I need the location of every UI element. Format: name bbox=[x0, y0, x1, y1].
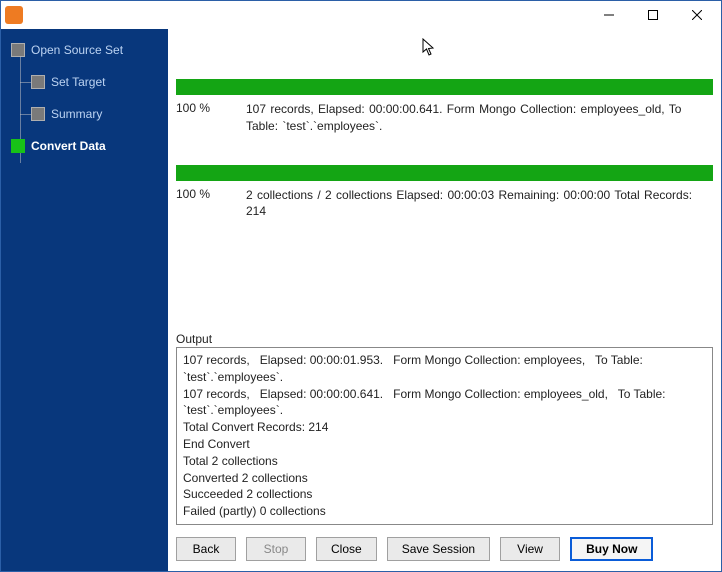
output-line: Failed (partly) 0 collections bbox=[183, 503, 706, 520]
progress-text: 107 records, Elapsed: 00:00:00.641. Form… bbox=[246, 101, 713, 135]
minimize-button[interactable] bbox=[587, 2, 631, 28]
step-icon bbox=[11, 43, 25, 57]
stop-button[interactable]: Stop bbox=[246, 537, 306, 561]
sidebar-item-convert-data[interactable]: Convert Data bbox=[1, 135, 168, 157]
progress-bar-2 bbox=[176, 165, 713, 181]
output-line: Converted 2 collections bbox=[183, 470, 706, 487]
app-window: Open Source Set Set Target Summary Conve… bbox=[0, 0, 722, 572]
output-line: Total Convert Records: 214 bbox=[183, 419, 706, 436]
sidebar-item-label: Open Source Set bbox=[31, 43, 123, 57]
progress-row-1: 100 % 107 records, Elapsed: 00:00:00.641… bbox=[176, 101, 713, 135]
output-line: Total 2 collections bbox=[183, 453, 706, 470]
output-section: Output 107 records, Elapsed: 00:00:01.95… bbox=[168, 332, 721, 531]
buy-now-button[interactable]: Buy Now bbox=[570, 537, 653, 561]
view-button[interactable]: View bbox=[500, 537, 560, 561]
sidebar-item-label: Summary bbox=[51, 107, 102, 121]
output-line: End Convert bbox=[183, 436, 706, 453]
button-bar: Back Stop Close Save Session View Buy No… bbox=[168, 531, 721, 571]
sidebar-item-summary[interactable]: Summary bbox=[1, 103, 168, 125]
wizard-sidebar: Open Source Set Set Target Summary Conve… bbox=[1, 29, 168, 571]
progress-percent: 100 % bbox=[176, 187, 246, 201]
maximize-button[interactable] bbox=[631, 2, 675, 28]
progress-area: 100 % 107 records, Elapsed: 00:00:00.641… bbox=[168, 49, 721, 220]
output-line: Succeeded 2 collections bbox=[183, 486, 706, 503]
progress-percent: 100 % bbox=[176, 101, 246, 115]
sidebar-item-open-source-set[interactable]: Open Source Set bbox=[1, 39, 168, 61]
main-panel: 100 % 107 records, Elapsed: 00:00:00.641… bbox=[168, 29, 721, 571]
step-icon bbox=[11, 139, 25, 153]
progress-row-2: 100 % 2 collections / 2 collections Elap… bbox=[176, 187, 713, 221]
sidebar-item-label: Convert Data bbox=[31, 139, 106, 153]
close-wizard-button[interactable]: Close bbox=[316, 537, 377, 561]
progress-text: 2 collections / 2 collections Elapsed: 0… bbox=[246, 187, 713, 221]
sidebar-item-set-target[interactable]: Set Target bbox=[1, 71, 168, 93]
output-line: 107 records, Elapsed: 00:00:00.641. Form… bbox=[183, 386, 706, 420]
output-label: Output bbox=[176, 332, 713, 346]
titlebar bbox=[1, 1, 721, 29]
output-line: 107 records, Elapsed: 00:00:01.953. Form… bbox=[183, 352, 706, 386]
step-icon bbox=[31, 75, 45, 89]
close-button[interactable] bbox=[675, 2, 719, 28]
step-icon bbox=[31, 107, 45, 121]
sidebar-item-label: Set Target bbox=[51, 75, 105, 89]
output-textarea[interactable]: 107 records, Elapsed: 00:00:01.953. Form… bbox=[176, 347, 713, 525]
app-icon bbox=[5, 6, 23, 24]
back-button[interactable]: Back bbox=[176, 537, 236, 561]
save-session-button[interactable]: Save Session bbox=[387, 537, 490, 561]
progress-bar-1 bbox=[176, 79, 713, 95]
